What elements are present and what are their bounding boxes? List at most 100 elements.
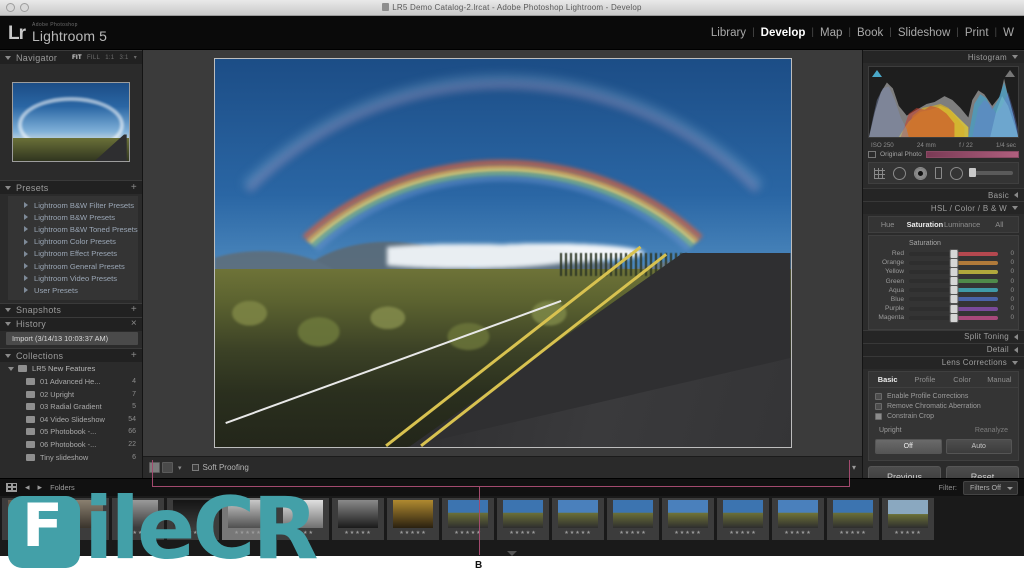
loupe-view-icon[interactable]	[149, 462, 160, 473]
preset-item[interactable]: Lightroom B&W Toned Presets	[8, 223, 138, 235]
chevron-right-icon[interactable]	[24, 287, 28, 294]
chevron-right-icon[interactable]	[24, 202, 28, 209]
hsl-slider-knob[interactable]	[950, 313, 957, 322]
soft-proofing-toggle[interactable]: Soft Proofing	[191, 463, 249, 472]
hsl-slider-track[interactable]	[909, 286, 998, 295]
lens-tab-basic[interactable]: Basic	[869, 372, 906, 387]
hsl-slider-value[interactable]: 0	[998, 314, 1014, 321]
histogram-graph[interactable]	[868, 66, 1019, 138]
window-controls[interactable]	[6, 3, 29, 12]
minimize-window-button[interactable]	[20, 3, 29, 12]
adjustment-brush-icon[interactable]	[969, 168, 1013, 177]
module-slideshow[interactable]: Slideshow	[892, 27, 956, 39]
navigator-zoom-fill[interactable]: FILL	[87, 55, 100, 61]
filmstrip-thumbnail[interactable]: ★★★★★	[497, 498, 549, 540]
hsl-panel-header[interactable]: HSL / Color / B & W	[863, 201, 1024, 214]
reset-button[interactable]: Reset	[946, 465, 1019, 478]
collection-item[interactable]: 01 Advanced He... 4	[0, 375, 142, 388]
thumbnail-rating[interactable]: ★★★★	[182, 530, 204, 536]
shadow-clipping-icon[interactable]	[872, 70, 882, 77]
preset-item[interactable]: Lightroom Effect Presets	[8, 248, 138, 260]
photo-preview-area[interactable]	[143, 50, 862, 456]
filmstrip-thumbnail[interactable]: ★★★★	[167, 498, 219, 540]
upright-row[interactable]: Upright Reanalyze	[879, 427, 1008, 434]
chevron-down-icon[interactable]	[5, 353, 11, 358]
hsl-slider-row[interactable]: Magenta 0	[873, 313, 1014, 322]
navigator-header[interactable]: Navigator FIT FILL 1:1 3:1 ▾	[0, 50, 142, 64]
filmstrip-source-label[interactable]: Folders	[50, 483, 75, 492]
previous-button[interactable]: Previous	[868, 465, 941, 478]
hsl-slider-row[interactable]: Yellow 0	[873, 267, 1014, 276]
filmstrip-thumbnail[interactable]: ★★★★★	[442, 498, 494, 540]
chevron-down-icon[interactable]	[1012, 55, 1018, 59]
collection-item[interactable]: 04 Video Slideshow 54	[0, 413, 142, 426]
hsl-slider-row[interactable]: Green 0	[873, 277, 1014, 286]
upright-off-button[interactable]: Off	[875, 438, 942, 454]
navigate-forward-icon[interactable]: ▸	[38, 482, 43, 493]
preset-item[interactable]: Lightroom B&W Filter Presets	[8, 199, 138, 211]
module-w[interactable]: W	[997, 27, 1020, 39]
hsl-slider-track[interactable]	[909, 258, 998, 267]
filmstrip-thumbnail[interactable]	[2, 498, 54, 540]
upright-buttons[interactable]: Off Auto	[875, 438, 1012, 454]
develop-tool-strip[interactable]	[868, 162, 1019, 184]
navigator-preview[interactable]	[0, 64, 142, 180]
module-book[interactable]: Book	[851, 27, 889, 39]
add-preset-button[interactable]: +	[131, 182, 137, 193]
basic-panel-header[interactable]: Basic	[863, 188, 1024, 201]
collection-set-root[interactable]: LR5 New Features	[0, 362, 142, 375]
lens-corrections-checkboxes[interactable]: Enable Profile Corrections Remove Chromat…	[875, 392, 1012, 420]
hsl-slider-block[interactable]: Saturation Red 0 Orange 0 Yellow 0 Green 0 Aqua 0…	[868, 235, 1019, 330]
lens-tab-manual[interactable]: Manual	[981, 372, 1018, 387]
spot-removal-icon[interactable]	[893, 166, 906, 180]
thumbnail-rating[interactable]: ★★★★★	[674, 530, 701, 536]
clear-history-button[interactable]: ×	[131, 319, 137, 329]
view-mode-chevron-icon[interactable]: ▾	[178, 464, 182, 472]
hsl-slider-knob[interactable]	[950, 249, 957, 258]
filmstrip-thumbnail[interactable]: ★★★★★	[222, 498, 274, 540]
checkbox-icon[interactable]	[875, 392, 882, 400]
filmstrip-header[interactable]: ◂ ▸ Folders Filter: Filters Off	[0, 479, 1024, 496]
thumbnail-rating[interactable]: ★★★★★	[894, 530, 921, 536]
preset-item[interactable]: Lightroom General Presets	[8, 260, 138, 272]
detail-header[interactable]: Detail	[863, 342, 1024, 356]
chevron-down-icon[interactable]	[8, 366, 14, 371]
hsl-slider-knob[interactable]	[950, 304, 957, 313]
hsl-slider-knob[interactable]	[950, 286, 957, 295]
chevron-down-icon[interactable]	[5, 308, 11, 312]
collection-item[interactable]: 06 Photobook -... 22	[0, 438, 142, 451]
hsl-tab-all[interactable]: All	[981, 217, 1018, 232]
grid-view-icon[interactable]	[6, 483, 17, 492]
preset-item[interactable]: Lightroom Video Presets	[8, 272, 138, 284]
hsl-sliders[interactable]: Red 0 Orange 0 Yellow 0 Green 0 Aqua 0 Blue 0 Purple…	[873, 249, 1014, 322]
histogram-header[interactable]: Histogram	[863, 50, 1024, 63]
hsl-tab-hue[interactable]: Hue	[869, 217, 906, 232]
filmstrip[interactable]: ◂ ▸ Folders Filter: Filters Off ★★★★ ★★★★…	[0, 478, 1024, 556]
chevron-down-icon[interactable]	[5, 322, 11, 326]
hsl-slider-row[interactable]: Orange 0	[873, 258, 1014, 267]
hsl-slider-track[interactable]	[909, 313, 998, 322]
red-eye-icon[interactable]	[914, 166, 927, 180]
add-snapshot-button[interactable]: +	[131, 305, 137, 315]
chevron-right-icon[interactable]	[24, 238, 28, 245]
navigator-thumbnail[interactable]	[12, 82, 130, 162]
close-window-button[interactable]	[6, 3, 15, 12]
presets-list[interactable]: Lightroom B&W Filter Presets Lightroom B&…	[8, 196, 138, 300]
module-library[interactable]: Library	[705, 27, 752, 39]
highlight-clipping-icon[interactable]	[1005, 70, 1015, 77]
chevron-left-icon[interactable]	[1014, 346, 1018, 353]
develop-toolbar[interactable]: ▾ Soft Proofing ▾	[143, 456, 862, 478]
develop-photo[interactable]	[213, 58, 792, 448]
thumbnail-rating[interactable]: ★★★★★	[784, 530, 811, 536]
hsl-slider-row[interactable]: Purple 0	[873, 304, 1014, 313]
thumbnail-rating[interactable]: ★★★★	[127, 530, 149, 536]
module-map[interactable]: Map	[814, 27, 848, 39]
hsl-slider-knob[interactable]	[950, 277, 957, 286]
filmstrip-thumbnail[interactable]: ★★★★★	[662, 498, 714, 540]
filmstrip-thumbnail[interactable]	[57, 498, 109, 540]
lens-corrections-header[interactable]: Lens Corrections	[863, 355, 1024, 369]
crop-overlay-icon[interactable]	[874, 167, 885, 179]
upright-auto-button[interactable]: Auto	[945, 438, 1012, 454]
navigator-zoom-11[interactable]: 1:1	[105, 55, 114, 61]
thumbnail-rating[interactable]: ★★★★★	[509, 530, 536, 536]
